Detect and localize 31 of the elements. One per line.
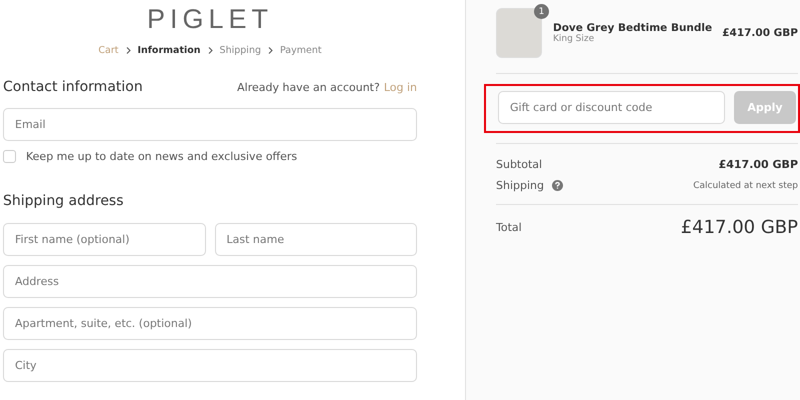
- subtotal-value: £417.00 GBP: [718, 158, 798, 171]
- account-prompt: Already have an account?: [237, 81, 380, 94]
- input-field[interactable]: City: [3, 349, 417, 382]
- input-field[interactable]: Apartment, suite, etc. (optional): [3, 307, 417, 340]
- breadcrumb: Payment: [280, 45, 322, 56]
- quantity-badge: 1: [534, 4, 549, 19]
- product-price: £417.00 GBP: [722, 27, 798, 39]
- input-field[interactable]: Last name: [214, 223, 417, 256]
- help-icon[interactable]: [552, 180, 563, 191]
- breadcrumb[interactable]: Cart: [98, 45, 118, 56]
- shipping-value: Calculated at next step: [693, 180, 798, 190]
- total-label: Total: [496, 221, 522, 234]
- total-value: £417.00 GBP: [680, 217, 798, 238]
- chevron-icon: [206, 47, 214, 54]
- subtotal-label: Subtotal: [496, 158, 542, 171]
- checkbox[interactable]: [3, 150, 16, 163]
- section-heading: Shipping address: [3, 193, 124, 209]
- checkbox-label: Keep me up to date on news and exclusive offers: [26, 150, 298, 163]
- login-link[interactable]: Log in: [384, 81, 417, 94]
- section-heading: Contact information: [3, 79, 143, 95]
- breadcrumb: Information: [138, 45, 201, 56]
- breadcrumb: Shipping: [220, 45, 261, 56]
- input-field[interactable]: Address: [3, 265, 417, 298]
- shipping-label: Shipping: [496, 179, 544, 192]
- input-field[interactable]: First name (optional): [3, 223, 206, 256]
- chevron-icon: [267, 47, 274, 54]
- chevron-icon: [124, 47, 132, 54]
- product-variant: King Size: [553, 34, 596, 44]
- store-logo[interactable]: PIGLET: [3, 4, 417, 35]
- email-field[interactable]: Email: [3, 108, 417, 141]
- product-name: Dove Grey Bedtime Bundle: [553, 22, 712, 34]
